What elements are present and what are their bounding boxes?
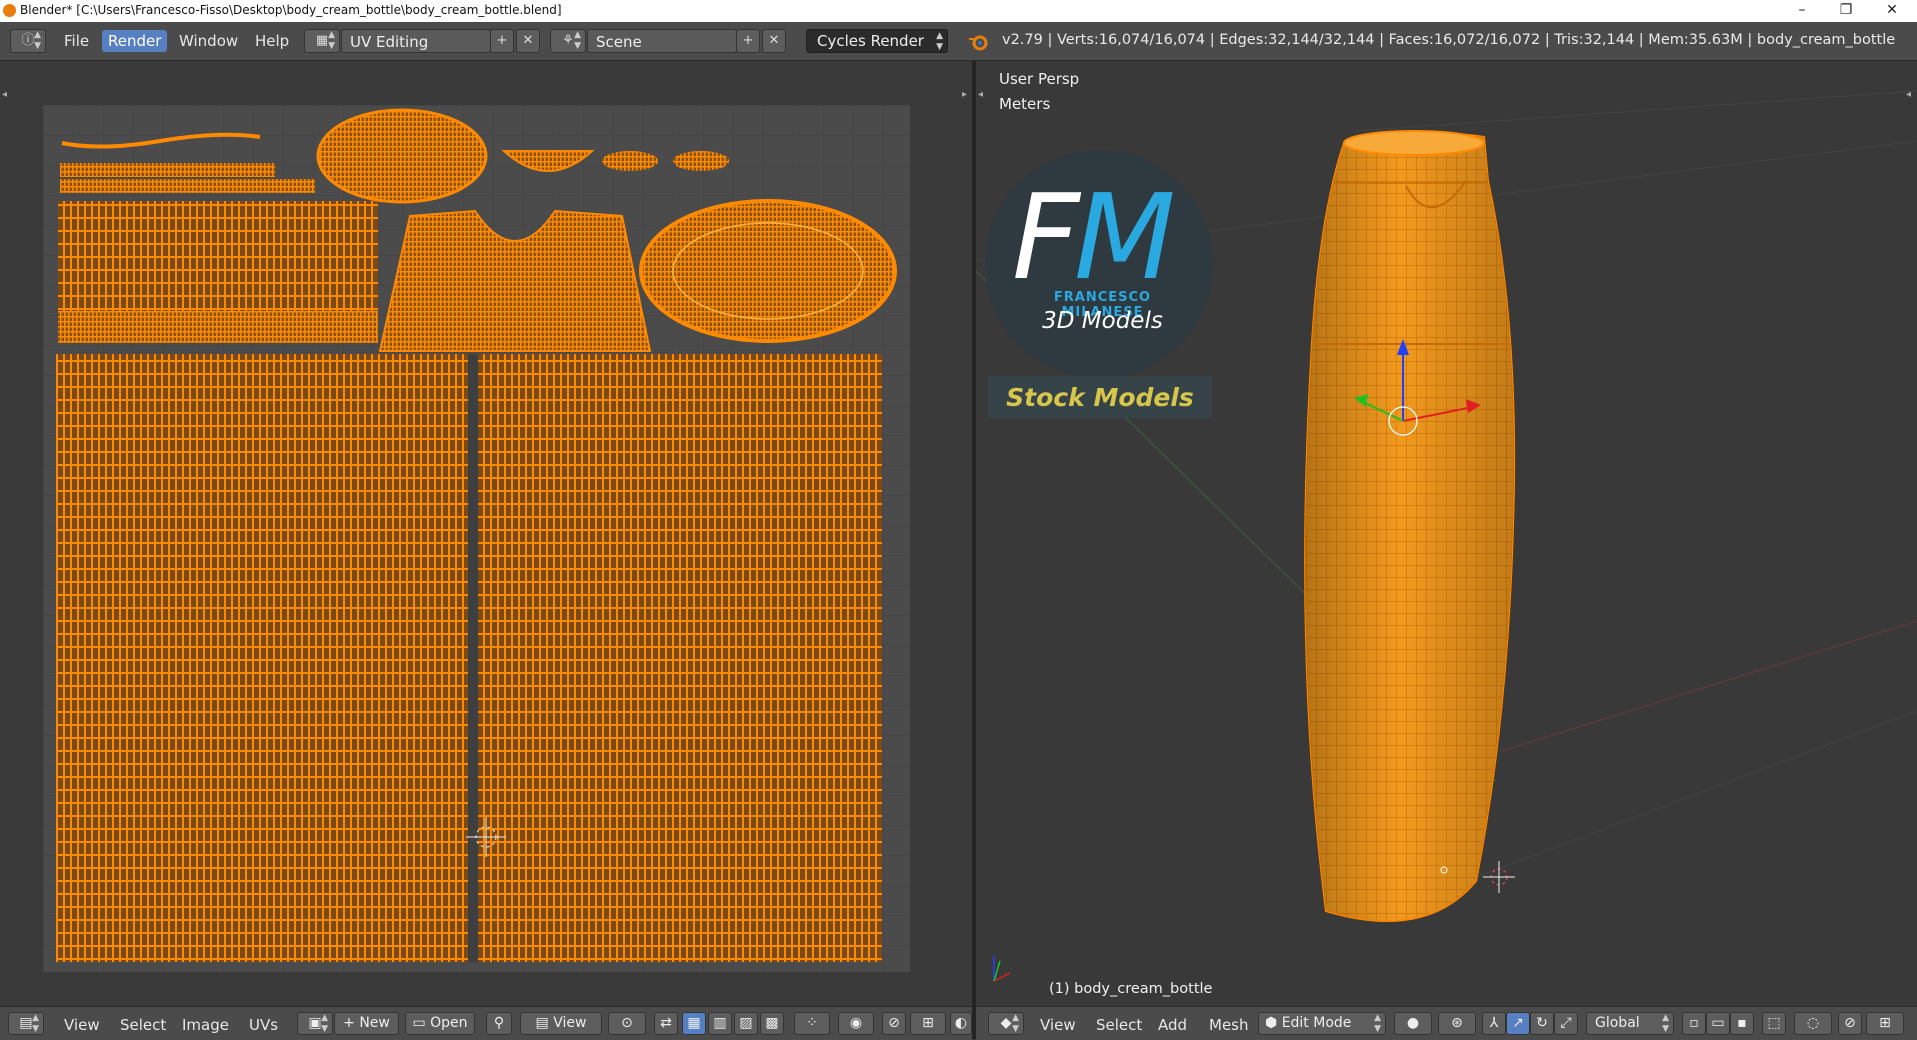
face-select-mode-icon[interactable]: ▪ bbox=[1730, 1012, 1754, 1035]
sticky-mode-icon[interactable]: ⁘ bbox=[794, 1012, 830, 1035]
uv-editor-header: ▤ ▲ ▼ View Select Image UVs ▣ ▲ ▼ + New ▭ Op… bbox=[0, 1006, 972, 1040]
stock-badge-text: Stock Models bbox=[1006, 383, 1194, 412]
logo-lettering: FM bbox=[1012, 168, 1176, 306]
interaction-mode-select[interactable]: ⬢ Edit Mode ▲ ▼ bbox=[1258, 1012, 1386, 1035]
proportional-editing-icon[interactable]: ◌ bbox=[1794, 1012, 1832, 1035]
svg-text:▸: ▸ bbox=[962, 89, 967, 100]
pivot-point-icon[interactable]: ⊛ bbox=[1438, 1012, 1476, 1035]
editor-type-image-icon[interactable]: ▤ ▲ ▼ bbox=[8, 1012, 44, 1035]
blender-icon bbox=[969, 35, 988, 51]
scene-field[interactable]: Scene bbox=[587, 29, 737, 53]
image-browse-icon[interactable]: ▣ ▲ ▼ bbox=[297, 1012, 333, 1035]
uv-snap-element-icon[interactable]: ⊞ bbox=[910, 1012, 946, 1035]
bottle-mesh bbox=[1304, 130, 1516, 922]
scene-icon[interactable]: ⚘ ▲ ▼ bbox=[550, 29, 586, 53]
rotate-manipulator-icon[interactable]: ↻ bbox=[1530, 1012, 1554, 1035]
menu-file[interactable]: File bbox=[58, 30, 95, 52]
uv-menu-view[interactable]: View bbox=[64, 1016, 100, 1034]
render-engine-value: Cycles Render bbox=[817, 32, 924, 50]
new-image-button[interactable]: + New bbox=[334, 1012, 399, 1035]
shading-mode-icon[interactable]: ● bbox=[1394, 1012, 1432, 1035]
pivot-icon[interactable]: ⊙ bbox=[608, 1012, 646, 1035]
add-layout-icon[interactable]: + bbox=[490, 29, 514, 53]
vertex-select-mode-icon[interactable]: ▫ bbox=[1682, 1012, 1706, 1035]
face-select-icon[interactable]: ▨ bbox=[734, 1012, 758, 1035]
snap-toggle-icon[interactable]: ⊘ bbox=[1838, 1012, 1862, 1035]
open-image-button[interactable]: ▭ Open bbox=[405, 1012, 475, 1035]
sync-selection-icon[interactable]: ⇄ bbox=[654, 1012, 678, 1035]
island-select-icon[interactable]: ▩ bbox=[760, 1012, 784, 1035]
edge-select-icon[interactable]: ▥ bbox=[708, 1012, 732, 1035]
scale-manipulator-icon[interactable]: ⤢ bbox=[1554, 1012, 1578, 1035]
render-engine-select[interactable]: Cycles Render ▲ ▼ bbox=[806, 29, 948, 53]
uv-island-body-left bbox=[56, 354, 468, 962]
manipulator-toggle-icon[interactable]: ⅄ bbox=[1482, 1012, 1506, 1035]
uv-island-body-right bbox=[478, 354, 882, 962]
image-view-mode-select[interactable]: ▤ View bbox=[520, 1012, 602, 1035]
transform-orientation-select[interactable]: Global ▲ ▼ bbox=[1586, 1012, 1674, 1035]
uv-canvas[interactable]: ◂ ▸ bbox=[0, 61, 972, 1006]
edge-select-mode-icon[interactable]: ▭ bbox=[1706, 1012, 1730, 1035]
proportional-edit-icon[interactable]: ◉ bbox=[838, 1012, 874, 1035]
view3d-menu-view[interactable]: View bbox=[1040, 1016, 1076, 1034]
axis-gizmo-icon bbox=[993, 956, 1011, 982]
vertex-select-icon[interactable]: ▦ bbox=[682, 1012, 706, 1035]
add-scene-icon[interactable]: + bbox=[736, 29, 760, 53]
minimize-button[interactable]: – bbox=[1780, 0, 1824, 22]
uv-island-cap-top bbox=[316, 108, 488, 204]
active-object-label: (1) body_cream_bottle bbox=[1049, 981, 1213, 997]
3d-cursor bbox=[1483, 861, 1515, 893]
render-preview-icon[interactable]: ◐ bbox=[950, 1012, 972, 1035]
scene-statistics: v2.79 | Verts:16,074/16,074 | Edges:32,1… bbox=[1002, 32, 1896, 48]
units-label: Meters bbox=[999, 95, 1051, 113]
uv-island-band bbox=[58, 201, 378, 311]
view3d-menu-mesh[interactable]: Mesh bbox=[1209, 1016, 1249, 1034]
info-header: ⓘ ▲ ▼ File Render Window Help ▦ ▲ ▼ UV Editi… bbox=[0, 22, 1917, 61]
translate-manipulator-icon[interactable]: ↗ bbox=[1506, 1012, 1530, 1035]
uv-image-editor[interactable]: ◂ ▸ bbox=[0, 61, 972, 1006]
logo-subtitle: 3D Models bbox=[1042, 308, 1163, 334]
region-toggle-icon: ◂ bbox=[2, 89, 7, 100]
snap-element-icon[interactable]: ⊞ bbox=[1866, 1012, 1904, 1035]
edit-mode-icon: ⬢ bbox=[1265, 1015, 1278, 1031]
uv-island-bottom-cap bbox=[639, 199, 897, 343]
view3d-menu-add[interactable]: Add bbox=[1158, 1016, 1187, 1034]
view-name-label: User Persp bbox=[999, 70, 1080, 88]
uv-menu-uvs[interactable]: UVs bbox=[249, 1016, 278, 1034]
delete-scene-icon[interactable]: ✕ bbox=[762, 29, 786, 53]
uv-menu-image[interactable]: Image bbox=[182, 1016, 229, 1034]
limit-selection-icon[interactable]: ⬚ bbox=[1762, 1012, 1786, 1035]
pin-icon[interactable]: ⚲ bbox=[486, 1012, 512, 1035]
screen-layout-field[interactable]: UV Editing bbox=[341, 29, 491, 53]
menu-help[interactable]: Help bbox=[249, 30, 295, 52]
menu-window[interactable]: Window bbox=[173, 30, 244, 52]
delete-layout-icon[interactable]: ✕ bbox=[516, 29, 540, 53]
editor-type-3d-icon[interactable]: ◆ ▲ ▼ bbox=[988, 1012, 1024, 1035]
view3d-menu-select[interactable]: Select bbox=[1096, 1016, 1142, 1034]
screen-layout-icon[interactable]: ▦ ▲ ▼ bbox=[304, 29, 340, 53]
blender-app-icon bbox=[3, 4, 16, 17]
region-toggle-icon: ◂ bbox=[978, 89, 983, 100]
editor-type-info-icon[interactable]: ⓘ ▲ ▼ bbox=[10, 29, 46, 53]
svg-text:◂: ◂ bbox=[1906, 89, 1911, 100]
uv-menu-select[interactable]: Select bbox=[120, 1016, 166, 1034]
chevron-updown-icon: ▲ ▼ bbox=[936, 31, 943, 52]
restore-button[interactable]: ❐ bbox=[1824, 0, 1868, 22]
snap-icon[interactable]: ⊘ bbox=[882, 1012, 906, 1035]
menu-render[interactable]: Render bbox=[102, 30, 168, 52]
3d-view-header: ◆ ▲ ▼ View Select Add Mesh ⬢ Edit Mode ▲ ▼ ●… bbox=[976, 1006, 1917, 1040]
close-window-button[interactable]: ✕ bbox=[1870, 0, 1914, 22]
window-titlebar: Blender* [C:\Users\Francesco-Fisso\Deskt… bbox=[0, 0, 1917, 22]
window-title: Blender* [C:\Users\Francesco-Fisso\Deskt… bbox=[20, 3, 562, 17]
